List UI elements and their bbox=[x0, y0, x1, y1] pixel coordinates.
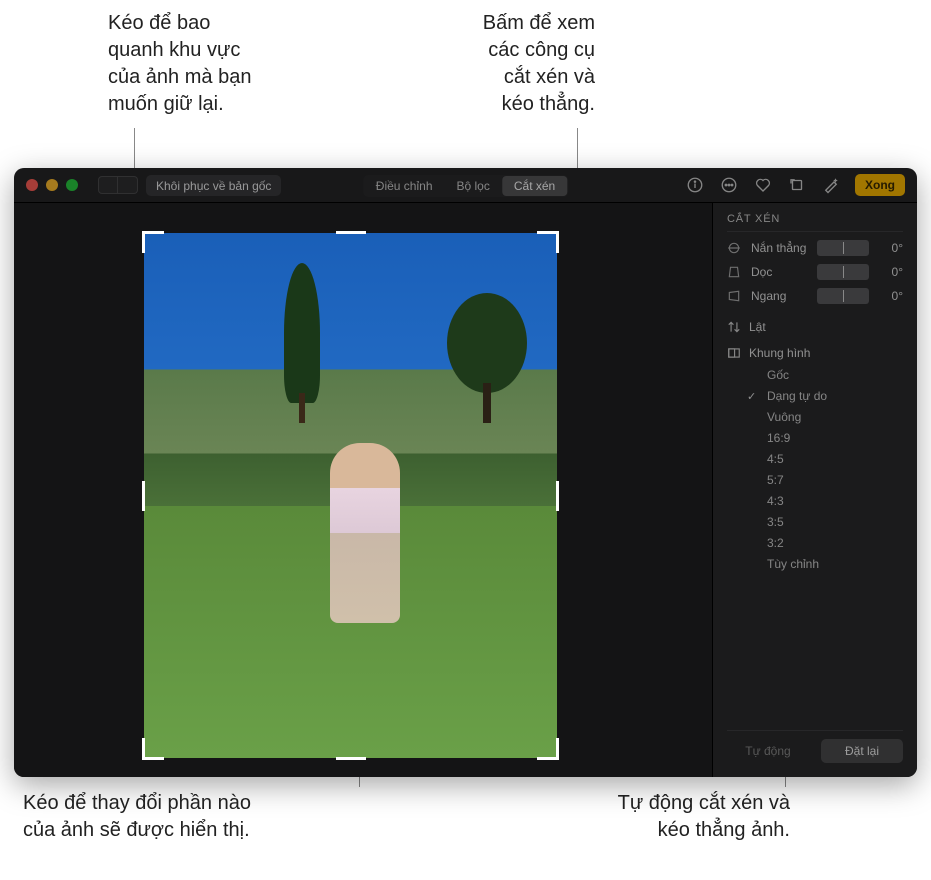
fullscreen-window-button[interactable] bbox=[66, 179, 78, 191]
aspect-freeform[interactable]: ✓ Dạng tự do bbox=[747, 389, 903, 403]
aspect-ratio-list: Gốc ✓ Dạng tự do Vuông 16:9 4:5 5:7 4:3 3… bbox=[747, 368, 903, 571]
horizontal-slider-row: Ngang 0° bbox=[727, 288, 903, 304]
view-mode-segmented[interactable] bbox=[98, 176, 138, 194]
horizontal-value: 0° bbox=[877, 289, 903, 303]
done-button[interactable]: Xong bbox=[855, 174, 905, 196]
callout-top-left: Kéo để bao quanh khu vực của ảnh mà bạn … bbox=[108, 10, 251, 118]
straighten-value: 0° bbox=[877, 241, 903, 255]
aspect-3-5[interactable]: 3:5 bbox=[747, 515, 903, 529]
aspect-label: 5:7 bbox=[767, 473, 784, 487]
edit-mode-tabs: Điều chỉnh Bộ lọc Cắt xén bbox=[363, 175, 568, 197]
crop-handle-top-left[interactable] bbox=[142, 231, 164, 253]
crop-handle-top-right[interactable] bbox=[537, 231, 559, 253]
reset-crop-button[interactable]: Đặt lại bbox=[821, 739, 903, 763]
vertical-slider[interactable] bbox=[817, 264, 869, 280]
auto-crop-button[interactable]: Tự động bbox=[727, 739, 809, 763]
crop-handle-bottom-right[interactable] bbox=[537, 738, 559, 760]
editor-content: CẮT XÉN Nắn thẳng 0° Dọc 0° bbox=[14, 202, 917, 777]
aspect-header-label: Khung hình bbox=[749, 346, 810, 360]
horizontal-perspective-icon bbox=[727, 289, 743, 303]
flip-icon bbox=[727, 320, 741, 334]
rotate-icon[interactable] bbox=[787, 175, 807, 195]
aspect-label: Tùy chỉnh bbox=[767, 557, 819, 571]
vertical-value: 0° bbox=[877, 265, 903, 279]
aspect-custom[interactable]: Tùy chỉnh bbox=[747, 557, 903, 571]
view-mode-grid[interactable] bbox=[98, 176, 118, 194]
vertical-label: Dọc bbox=[751, 265, 809, 279]
aspect-4-3[interactable]: 4:3 bbox=[747, 494, 903, 508]
aspect-label: 16:9 bbox=[767, 431, 790, 445]
auto-enhance-icon[interactable] bbox=[821, 175, 841, 195]
sidebar-title: CẮT XÉN bbox=[727, 213, 903, 232]
straighten-slider-row: Nắn thẳng 0° bbox=[727, 240, 903, 256]
more-icon[interactable] bbox=[719, 175, 739, 195]
horizontal-label: Ngang bbox=[751, 289, 809, 303]
aspect-label: 4:5 bbox=[767, 452, 784, 466]
tab-adjust[interactable]: Điều chỉnh bbox=[364, 176, 445, 196]
aspect-16-9[interactable]: 16:9 bbox=[747, 431, 903, 445]
window-traffic-lights bbox=[26, 179, 78, 191]
crop-handle-left[interactable] bbox=[142, 481, 145, 511]
tab-crop[interactable]: Cắt xén bbox=[502, 176, 567, 196]
straighten-icon bbox=[727, 241, 743, 255]
favorite-heart-icon[interactable] bbox=[753, 175, 773, 195]
callout-bottom-left: Kéo để thay đổi phần nào của ảnh sẽ được… bbox=[23, 790, 251, 844]
aspect-header-row: Khung hình bbox=[727, 346, 903, 360]
aspect-4-5[interactable]: 4:5 bbox=[747, 452, 903, 466]
revert-label: Khôi phục về bản gốc bbox=[156, 179, 271, 193]
horizontal-slider[interactable] bbox=[817, 288, 869, 304]
aspect-original[interactable]: Gốc bbox=[747, 368, 903, 382]
info-icon[interactable] bbox=[685, 175, 705, 195]
callout-bottom-right: Tự động cắt xén và kéo thẳng ảnh. bbox=[460, 790, 790, 844]
aspect-square[interactable]: Vuông bbox=[747, 410, 903, 424]
straighten-label: Nắn thẳng bbox=[751, 241, 809, 255]
app-window: Khôi phục về bản gốc Điều chỉnh Bộ lọc C… bbox=[14, 168, 917, 777]
photo-illustration bbox=[284, 263, 320, 403]
photo-illustration bbox=[447, 293, 527, 393]
tab-filters[interactable]: Bộ lọc bbox=[444, 176, 501, 196]
vertical-slider-row: Dọc 0° bbox=[727, 264, 903, 280]
minimize-window-button[interactable] bbox=[46, 179, 58, 191]
view-mode-single[interactable] bbox=[118, 176, 138, 194]
crop-handle-top[interactable] bbox=[336, 231, 366, 234]
straighten-slider[interactable] bbox=[817, 240, 869, 256]
aspect-icon bbox=[727, 346, 741, 360]
photo-canvas bbox=[14, 202, 712, 777]
crop-handle-right[interactable] bbox=[556, 481, 559, 511]
aspect-label: Dạng tự do bbox=[767, 389, 827, 403]
check-icon: ✓ bbox=[747, 390, 759, 403]
aspect-label: Vuông bbox=[767, 410, 801, 424]
vertical-perspective-icon bbox=[727, 265, 743, 279]
toolbar-right-group: Xong bbox=[685, 174, 905, 196]
aspect-label: 4:3 bbox=[767, 494, 784, 508]
callout-top-right: Bấm để xem các công cụ cắt xén và kéo th… bbox=[430, 10, 595, 118]
crop-handle-bottom-left[interactable] bbox=[142, 738, 164, 760]
close-window-button[interactable] bbox=[26, 179, 38, 191]
sidebar-bottom-bar: Tự động Đặt lại bbox=[727, 730, 903, 767]
aspect-label: 3:2 bbox=[767, 536, 784, 550]
crop-frame[interactable] bbox=[144, 233, 557, 758]
flip-label: Lật bbox=[749, 320, 766, 334]
aspect-label: 3:5 bbox=[767, 515, 784, 529]
aspect-3-2[interactable]: 3:2 bbox=[747, 536, 903, 550]
revert-to-original-button[interactable]: Khôi phục về bản gốc bbox=[146, 175, 281, 196]
crop-handle-bottom[interactable] bbox=[336, 757, 366, 760]
aspect-label: Gốc bbox=[767, 368, 789, 382]
crop-sidebar: CẮT XÉN Nắn thẳng 0° Dọc 0° bbox=[712, 202, 917, 777]
flip-button[interactable]: Lật bbox=[727, 320, 903, 334]
aspect-5-7[interactable]: 5:7 bbox=[747, 473, 903, 487]
